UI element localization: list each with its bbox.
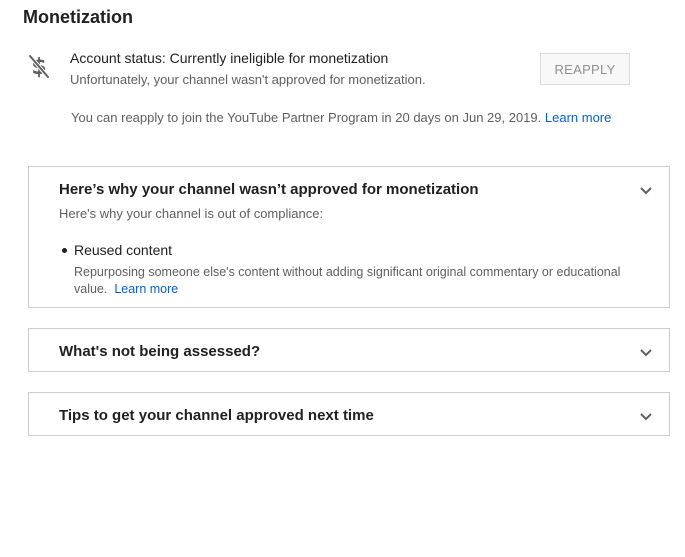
reason-item: Reused content — [62, 242, 172, 258]
reapply-learn-more-link[interactable]: Learn more — [545, 110, 611, 125]
panel-why-not-approved-description: Here's why your channel is out of compli… — [59, 206, 324, 221]
panel-tips[interactable]: Tips to get your channel approved next t… — [28, 392, 670, 436]
no-money-icon: $ — [28, 54, 50, 80]
panel-not-assessed[interactable]: What's not being assessed? — [28, 328, 670, 372]
panel-not-assessed-header[interactable]: What's not being assessed? — [59, 343, 260, 360]
reason-title: Reused content — [74, 242, 173, 258]
page-title: Monetization — [23, 7, 133, 27]
panel-why-not-approved-header[interactable]: Here’s why your channel wasn’t approved … — [59, 181, 479, 198]
chevron-down-icon[interactable] — [639, 412, 653, 422]
account-status-title: Account status: Currently ineligible for… — [70, 50, 389, 66]
chevron-down-icon[interactable] — [639, 186, 653, 196]
reason-learn-more-link[interactable]: Learn more — [114, 282, 178, 296]
reapply-info: You can reapply to join the YouTube Part… — [71, 110, 611, 125]
reapply-info-text: You can reapply to join the YouTube Part… — [71, 110, 542, 125]
panel-why-not-approved: Here’s why your channel wasn’t approved … — [28, 166, 670, 308]
chevron-down-icon[interactable] — [639, 348, 653, 358]
reapply-button[interactable]: REAPPLY — [540, 53, 630, 85]
bullet-icon — [62, 247, 67, 253]
panel-tips-header[interactable]: Tips to get your channel approved next t… — [59, 407, 374, 424]
reason-description: Repurposing someone else's content witho… — [74, 264, 659, 298]
account-status-subtitle: Unfortunately, your channel wasn't appro… — [70, 72, 426, 87]
